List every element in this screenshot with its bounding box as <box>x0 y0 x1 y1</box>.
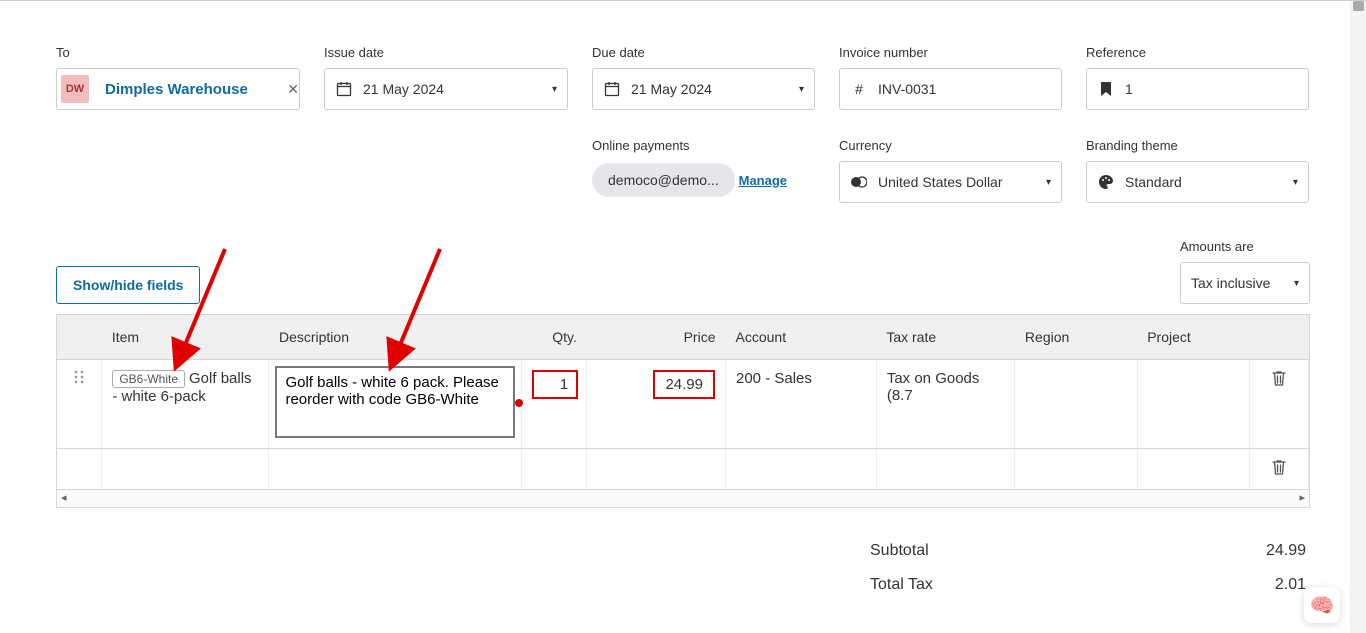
price-cell[interactable] <box>587 449 726 490</box>
line-items-table: Item Description Qty. Price Account Tax … <box>56 314 1310 508</box>
chevron-down-icon: ▾ <box>1046 177 1051 188</box>
col-project: Project <box>1137 315 1249 360</box>
region-cell[interactable] <box>1015 360 1137 449</box>
col-qty: Qty. <box>522 315 587 360</box>
delete-row-button[interactable] <box>1249 449 1308 490</box>
chevron-down-icon: ▾ <box>552 84 557 95</box>
delete-row-button[interactable] <box>1249 360 1308 449</box>
amounts-are-select[interactable]: Tax inclusive ▾ <box>1180 262 1310 304</box>
branding-theme-field[interactable]: Standard ▾ <box>1086 161 1309 203</box>
subtotal-value: 24.99 <box>1266 542 1306 560</box>
total-tax-value: 2.01 <box>1275 576 1306 594</box>
scroll-right-icon: ▸ <box>1299 491 1305 504</box>
assistant-icon[interactable]: 🧠 <box>1304 587 1340 623</box>
qty-cell[interactable]: 1 <box>522 360 587 449</box>
due-date-value: 21 May 2024 <box>631 81 712 97</box>
online-payments-label: Online payments <box>592 138 815 153</box>
tax-rate-cell[interactable]: Tax on Goods (8.7 <box>876 360 1015 449</box>
scroll-thumb[interactable] <box>1353 1 1364 11</box>
hash-icon: # <box>850 81 868 97</box>
vertical-scrollbar[interactable]: ▴ <box>1350 1 1366 633</box>
invoice-number-label: Invoice number <box>839 45 1062 60</box>
contact-name: Dimples Warehouse <box>105 81 248 98</box>
invoice-number-field[interactable]: # INV-0031 <box>839 68 1062 110</box>
currency-value: United States Dollar <box>878 174 1003 190</box>
clear-contact-icon[interactable]: ✕ <box>287 81 299 98</box>
col-handle <box>57 315 102 360</box>
price-value: 24.99 <box>653 370 715 399</box>
calendar-icon <box>603 81 621 97</box>
branding-theme-value: Standard <box>1125 174 1182 190</box>
project-cell[interactable] <box>1137 449 1249 490</box>
annotation-dot-icon <box>515 399 523 407</box>
qty-value: 1 <box>532 370 578 399</box>
description-input[interactable] <box>275 366 515 438</box>
region-cell[interactable] <box>1015 449 1137 490</box>
project-cell[interactable] <box>1137 360 1249 449</box>
to-field[interactable]: DW Dimples Warehouse ✕ <box>56 68 300 110</box>
calendar-icon <box>335 81 353 97</box>
amounts-are-value: Tax inclusive <box>1191 275 1270 291</box>
chevron-down-icon: ▾ <box>799 84 804 95</box>
chevron-down-icon: ▾ <box>1294 278 1299 289</box>
horizontal-scrollbar[interactable]: ◂ ▸ <box>57 489 1309 507</box>
issue-date-label: Issue date <box>324 45 568 60</box>
col-description: Description <box>269 315 522 360</box>
amounts-are-label: Amounts are <box>1180 239 1310 254</box>
total-tax-label: Total Tax <box>870 576 933 594</box>
col-region: Region <box>1015 315 1137 360</box>
drag-handle[interactable] <box>57 360 102 449</box>
due-date-field[interactable]: 21 May 2024 ▾ <box>592 68 815 110</box>
col-account: Account <box>726 315 877 360</box>
branding-theme-label: Branding theme <box>1086 138 1309 153</box>
contact-avatar: DW <box>61 75 89 103</box>
chevron-down-icon: ▾ <box>1293 177 1298 188</box>
online-payment-email-chip[interactable]: democo@demo... <box>592 163 735 197</box>
manage-link[interactable]: Manage <box>739 173 787 188</box>
tax-rate-cell[interactable] <box>876 449 1015 490</box>
invoice-number-value: INV-0031 <box>878 81 936 97</box>
item-cell[interactable]: GB6-WhiteGolf balls - white 6-pack <box>102 360 269 449</box>
col-item: Item <box>102 315 269 360</box>
currency-icon <box>850 174 868 190</box>
due-date-label: Due date <box>592 45 815 60</box>
col-price: Price <box>587 315 726 360</box>
reference-field[interactable]: 1 <box>1086 68 1309 110</box>
account-cell[interactable] <box>726 449 877 490</box>
currency-label: Currency <box>839 138 1062 153</box>
scroll-left-icon: ◂ <box>61 491 67 504</box>
bookmark-icon <box>1097 82 1115 96</box>
item-code-chip: GB6-White <box>112 370 185 388</box>
account-cell[interactable]: 200 - Sales <box>726 360 877 449</box>
issue-date-field[interactable]: 21 May 2024 ▾ <box>324 68 568 110</box>
col-delete <box>1249 315 1308 360</box>
palette-icon <box>1097 174 1115 190</box>
table-row: GB6-WhiteGolf balls - white 6-pack 1 24.… <box>57 360 1309 449</box>
show-hide-fields-button[interactable]: Show/hide fields <box>56 266 200 304</box>
col-tax-rate: Tax rate <box>876 315 1015 360</box>
subtotal-label: Subtotal <box>870 542 929 560</box>
price-cell[interactable]: 24.99 <box>587 360 726 449</box>
reference-value: 1 <box>1125 81 1133 97</box>
qty-cell[interactable] <box>522 449 587 490</box>
item-cell[interactable] <box>102 449 269 490</box>
reference-label: Reference <box>1086 45 1309 60</box>
currency-field[interactable]: United States Dollar ▾ <box>839 161 1062 203</box>
table-row <box>57 449 1309 490</box>
description-cell[interactable] <box>269 449 522 490</box>
issue-date-value: 21 May 2024 <box>363 81 444 97</box>
to-label: To <box>56 45 300 60</box>
